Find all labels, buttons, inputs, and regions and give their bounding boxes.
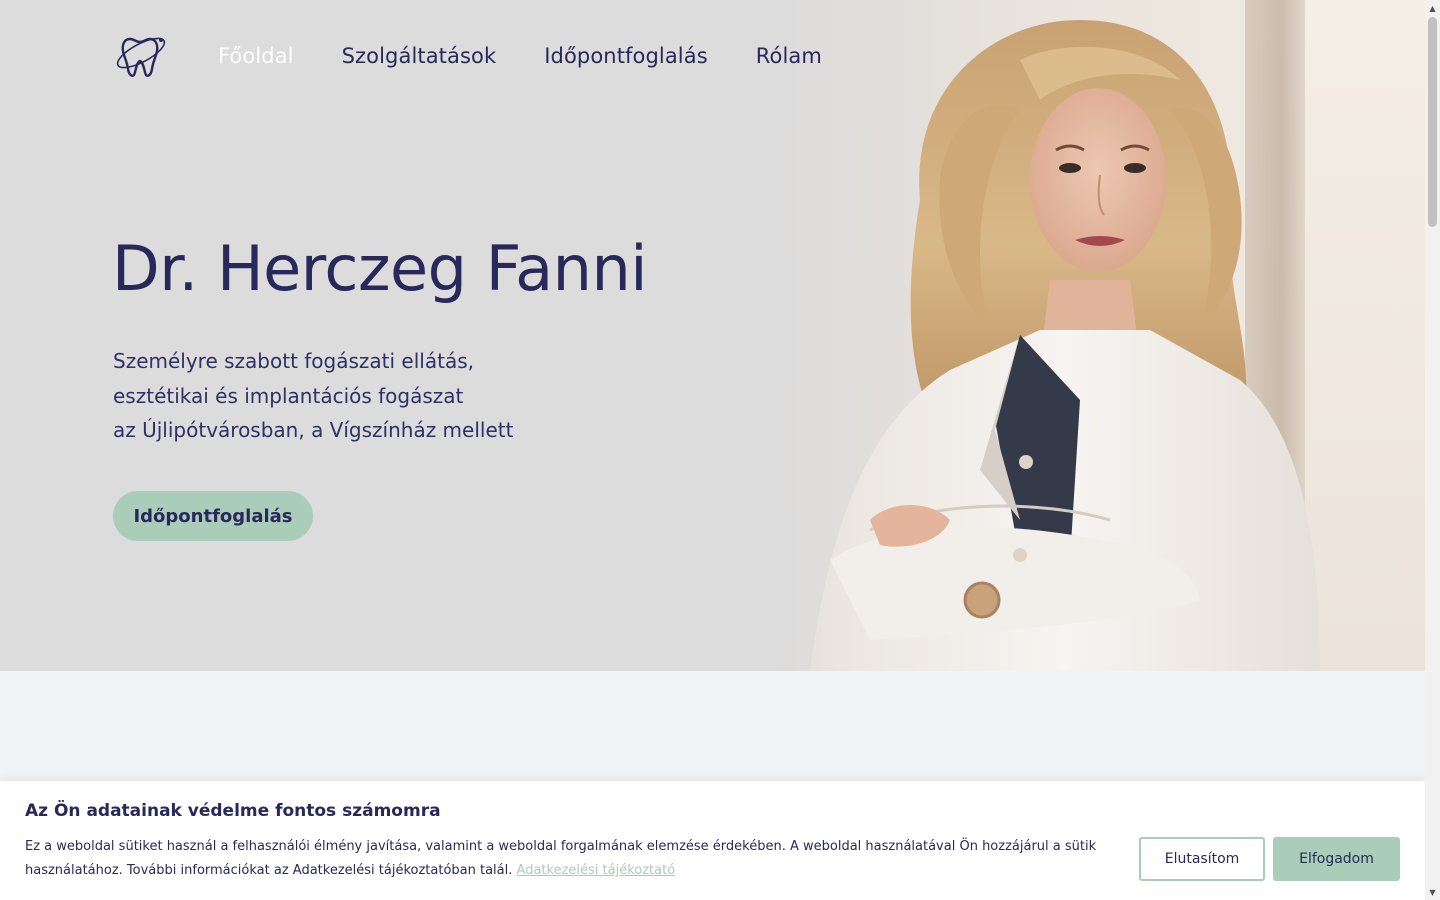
cookie-text: Ez a weboldal sütiket használ a felhaszn… bbox=[25, 835, 1105, 883]
cookie-reject-button[interactable]: Elutasítom bbox=[1139, 837, 1265, 881]
nav-link-booking[interactable]: Időpontfoglalás bbox=[544, 44, 708, 68]
doctor-portrait bbox=[720, 0, 1320, 671]
hero-subtitle-line: az Újlipótvárosban, a Vígszínház mellett bbox=[113, 418, 514, 442]
tooth-with-orbit-icon bbox=[116, 37, 166, 77]
scroll-down-arrow-icon[interactable]: ▼ bbox=[1425, 884, 1440, 900]
nav-link-about[interactable]: Rólam bbox=[756, 44, 822, 68]
page-title: Dr. Herczeg Fanni bbox=[112, 232, 647, 305]
page-scrollbar[interactable]: ▲ ▼ bbox=[1425, 0, 1440, 900]
hero-section: Főoldal Szolgáltatások Időpontfoglalás R… bbox=[0, 0, 1425, 671]
cookie-title: Az Ön adatainak védelme fontos számomra bbox=[25, 801, 441, 821]
hero-subtitle-line: Személyre szabott fogászati ellátás, bbox=[113, 349, 474, 373]
nav-link-home[interactable]: Főoldal bbox=[218, 44, 294, 68]
booking-cta-button[interactable]: Időpontfoglalás bbox=[113, 491, 313, 541]
cookie-banner: Az Ön adatainak védelme fontos számomra … bbox=[0, 781, 1425, 900]
privacy-policy-link[interactable]: Adatkezelési tájékoztató bbox=[517, 863, 676, 878]
cookie-text-line-2: használatához. További információkat az … bbox=[25, 859, 1105, 883]
hero-subtitle-line: esztétikai és implantációs fogászat bbox=[113, 383, 464, 408]
scroll-up-arrow-icon[interactable]: ▲ bbox=[1425, 0, 1440, 16]
scrollbar-thumb[interactable] bbox=[1428, 17, 1437, 227]
cookie-text-line: Ez a weboldal sütiket használ a felhaszn… bbox=[25, 839, 1097, 854]
cookie-text-line: használatához. További információkat az … bbox=[25, 863, 513, 878]
cookie-accept-button[interactable]: Elfogadom bbox=[1273, 837, 1400, 881]
page: Főoldal Szolgáltatások Időpontfoglalás R… bbox=[0, 0, 1425, 900]
logo-link[interactable] bbox=[113, 28, 169, 84]
main-navigation: Főoldal Szolgáltatások Időpontfoglalás R… bbox=[113, 28, 870, 84]
nav-link-services[interactable]: Szolgáltatások bbox=[342, 44, 497, 68]
hero-subtitle: Személyre szabott fogászati ellátás, esz… bbox=[113, 344, 633, 448]
